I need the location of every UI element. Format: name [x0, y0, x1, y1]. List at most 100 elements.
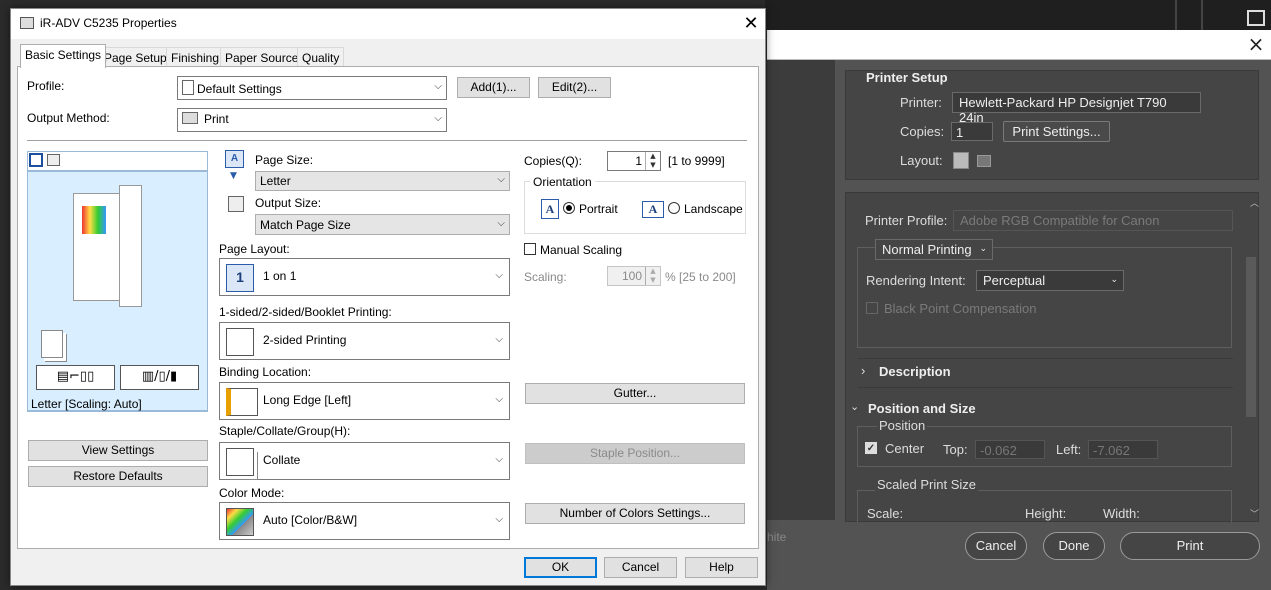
print-settings-button[interactable]: Print Settings... [1003, 121, 1110, 142]
restore-defaults-button[interactable]: Restore Defaults [28, 466, 208, 487]
page-size-value: Letter [260, 174, 291, 188]
close-icon[interactable]: ✕ [741, 13, 761, 34]
tab-paper-source[interactable]: Paper Source [220, 47, 304, 67]
background-toolbar-strip [765, 0, 1271, 30]
help-button[interactable]: Help [685, 557, 758, 578]
left-input: -7.062 [1088, 440, 1158, 459]
spin-arrows-icon[interactable]: ▲ ▼ [645, 152, 660, 170]
collate-pages-icon [41, 330, 63, 358]
printer-view-icon[interactable] [47, 154, 60, 166]
black-point-checkbox [866, 302, 878, 314]
color-mode-combo[interactable]: Auto [Color/B&W] ⌵ [219, 502, 510, 540]
edit-profile-button[interactable]: Edit(2)... [538, 77, 611, 98]
position-size-header[interactable]: Position and Size [868, 401, 976, 416]
top-label: Top: [943, 442, 968, 457]
page-size-icon: A [225, 150, 244, 168]
color-mode-icon [226, 508, 254, 536]
top-input: -0.062 [975, 440, 1045, 459]
manual-scaling-label: Manual Scaling [540, 243, 623, 257]
color-mode-value: Auto [Color/B&W] [263, 513, 358, 527]
preview-page-front [119, 185, 142, 307]
height-label: Height: [1025, 506, 1067, 521]
chevron-down-icon: ⌄ [1110, 274, 1118, 284]
done-button[interactable]: Done [1043, 532, 1105, 560]
normal-printing-select[interactable]: Normal Printing ⌄ [875, 239, 993, 260]
landscape-radio[interactable] [668, 202, 680, 214]
center-label: Center [885, 441, 925, 456]
chevron-down-icon: ⌵ [495, 454, 503, 465]
page-layout-combo[interactable]: 1 1 on 1 ⌵ [219, 258, 510, 296]
spin-arrows-icon: ▲ ▼ [645, 267, 660, 285]
printer-icon [182, 112, 198, 124]
ps-copies-input[interactable]: 1 [951, 122, 993, 141]
printer-select[interactable]: Hewlett-Packard HP Designjet T790 24in [952, 92, 1201, 125]
preview-image [82, 206, 106, 234]
output-method-value: Print [204, 112, 229, 126]
tab-quality[interactable]: Quality [297, 47, 345, 67]
output-size-value: Match Page Size [260, 218, 351, 232]
chevron-down-icon: ⌵ [497, 174, 505, 185]
copies-label: Copies(Q): [524, 154, 583, 168]
tab-basic-settings[interactable]: Basic Settings [20, 44, 107, 68]
profile-label: Profile: [27, 79, 65, 93]
page-size-combo[interactable]: Letter ⌵ [255, 171, 510, 191]
center-checkbox[interactable]: ✓ [865, 442, 877, 454]
printer-label: Printer: [900, 95, 942, 110]
ps-cancel-button[interactable]: Cancel [965, 532, 1027, 560]
page-view-icon[interactable] [29, 153, 43, 167]
landscape-layout-icon[interactable] [977, 155, 991, 167]
scaling-label: Scaling: [524, 270, 567, 284]
staple-combo[interactable]: Collate ⌵ [219, 442, 510, 480]
scaling-spinner: 100 ▲ ▼ [607, 266, 661, 286]
print-dialog-close-icon[interactable]: × [1246, 34, 1266, 54]
chevron-right-icon[interactable]: › [861, 363, 865, 378]
description-header[interactable]: Description [879, 364, 951, 379]
chevron-down-icon: ⌵ [434, 81, 442, 92]
output-method-combo[interactable]: Print ⌵ [177, 108, 447, 132]
chevron-down-icon: ⌵ [495, 334, 503, 345]
chevron-down-icon: ⌵ [497, 217, 505, 229]
portrait-layout-icon[interactable] [953, 152, 969, 169]
page-layout-label: Page Layout: [219, 242, 290, 256]
number-of-colors-settings-button[interactable]: Number of Colors Settings... [525, 503, 745, 524]
rendering-intent-select[interactable]: Perceptual ⌄ [976, 270, 1124, 291]
copies-label: Copies: [900, 124, 945, 139]
cancel-button[interactable]: Cancel [604, 557, 677, 578]
portrait-radio[interactable] [563, 202, 575, 214]
printer-setup-title: Printer Setup [866, 70, 948, 85]
staple-position-button: Staple Position... [525, 443, 745, 464]
scaling-value: 100 [621, 269, 642, 283]
orientation-label: Orientation [530, 175, 595, 189]
tab-finishing[interactable]: Finishing [166, 47, 225, 67]
view-settings-button[interactable]: View Settings [28, 440, 208, 461]
manual-scaling-checkbox[interactable] [524, 243, 536, 255]
ps-scrollbar-thumb[interactable] [1246, 257, 1256, 417]
left-label: Left: [1056, 442, 1082, 457]
scaled-print-size-label: Scaled Print Size [875, 477, 978, 492]
chevron-down-icon: ⌵ [495, 394, 503, 405]
output-size-combo[interactable]: Match Page Size ⌵ [255, 214, 510, 235]
rendering-intent-value: Perceptual [983, 273, 1046, 288]
position-label: Position [877, 418, 928, 433]
image-icon[interactable] [1247, 10, 1265, 26]
profile-combo[interactable]: Default Settings ⌵ [177, 76, 447, 100]
add-profile-button[interactable]: Add(1)... [457, 77, 530, 98]
gutter-button[interactable]: Gutter... [525, 383, 745, 404]
ok-button[interactable]: OK [524, 557, 597, 578]
page-layout-icon: 1 [226, 264, 254, 292]
output-size-label: Output Size: [255, 196, 322, 210]
finishing-icons-group: ▤⌐▯▯ [36, 365, 115, 390]
scroll-down-icon[interactable]: ﹀ [1250, 507, 1259, 520]
profile-value: Default Settings [197, 82, 282, 96]
binding-location-combo[interactable]: Long Edge [Left] ⌵ [219, 382, 510, 420]
output-method-label: Output Method: [27, 111, 110, 125]
chevron-down-icon[interactable]: ⌄ [850, 400, 859, 413]
tab-page-setup[interactable]: Page Setup [99, 47, 172, 67]
print-button[interactable]: Print [1120, 532, 1260, 560]
print-dialog-titlebar [767, 30, 1271, 60]
sided-printing-combo[interactable]: 2-sided Printing ⌵ [219, 322, 510, 360]
scroll-up-icon[interactable]: ︿ [1250, 196, 1259, 209]
copies-spinner[interactable]: 1 ▲ ▼ [607, 151, 661, 171]
profile-icon [182, 80, 194, 95]
portrait-icon: A [541, 199, 559, 219]
